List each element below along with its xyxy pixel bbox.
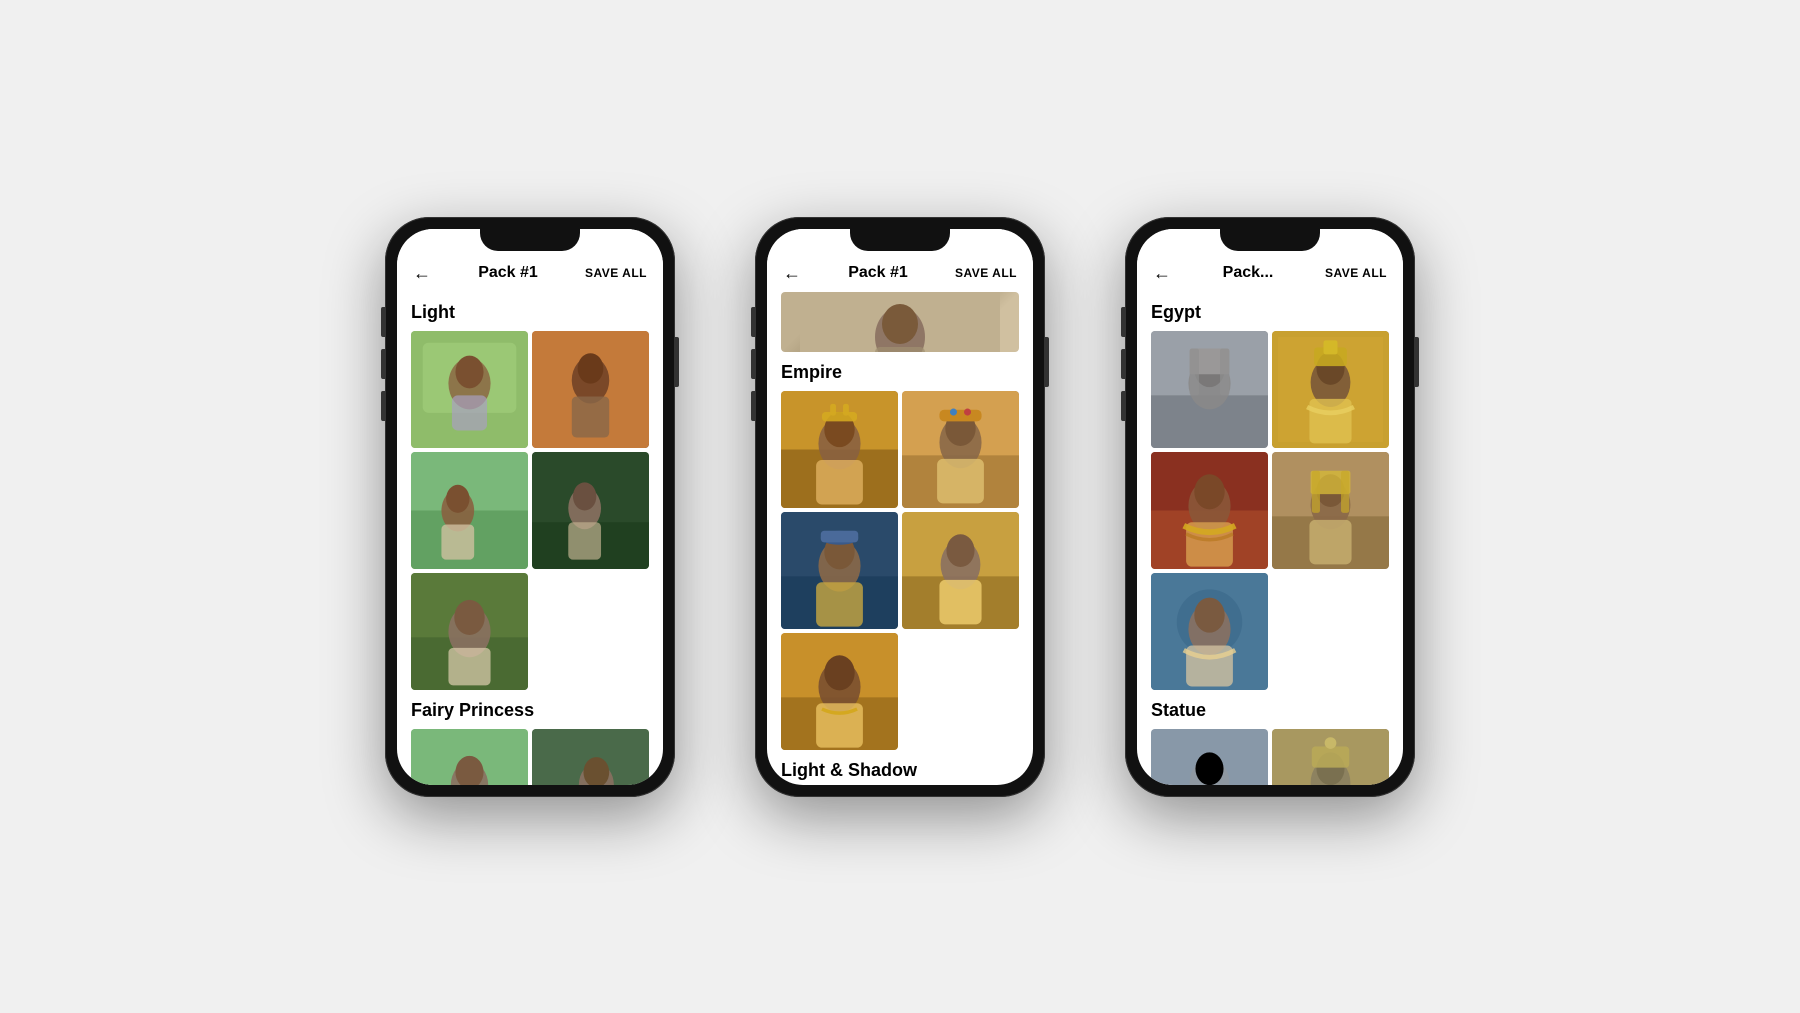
header-title-2: Pack #1 — [848, 264, 908, 282]
save-all-button-2[interactable]: SAVE ALL — [955, 266, 1017, 280]
image-cell[interactable] — [1151, 729, 1268, 785]
save-all-button-1[interactable]: SAVE ALL — [585, 266, 647, 280]
light-grid — [411, 331, 649, 569]
header-title-3: Pack... — [1223, 264, 1274, 282]
back-button-1[interactable]: ← — [413, 263, 431, 284]
empire-grid — [781, 391, 1019, 629]
image-cell[interactable] — [1151, 331, 1268, 448]
phone-3-screen: ← Pack... SAVE ALL Egypt — [1137, 229, 1403, 785]
phone-3-content: Egypt — [1137, 292, 1403, 785]
section-title-fairy: Fairy Princess — [411, 700, 649, 721]
egypt-grid — [1151, 331, 1389, 569]
notch-2 — [850, 229, 950, 251]
phone-3: ← Pack... SAVE ALL Egypt — [1125, 217, 1415, 797]
egypt-single — [1151, 573, 1389, 690]
image-cell[interactable] — [532, 331, 649, 448]
header-title-1: Pack #1 — [478, 264, 538, 282]
image-cell[interactable] — [781, 391, 898, 508]
phone-1: ← Pack #1 SAVE ALL Light — [385, 217, 675, 797]
phones-container: ← Pack #1 SAVE ALL Light — [0, 0, 1800, 1013]
notch-3 — [1220, 229, 1320, 251]
image-cell[interactable] — [411, 331, 528, 448]
image-cell[interactable] — [411, 452, 528, 569]
image-cell[interactable] — [1272, 729, 1389, 785]
image-cell[interactable] — [902, 512, 1019, 629]
phone-1-content: Light — [397, 292, 663, 785]
notch-1 — [480, 229, 580, 251]
section-title-statue: Statue — [1151, 700, 1389, 721]
image-cell[interactable] — [532, 452, 649, 569]
fairy-grid — [411, 729, 649, 785]
image-cell[interactable] — [411, 729, 528, 785]
section-title-empire: Empire — [781, 362, 1019, 383]
image-cell[interactable] — [532, 729, 649, 785]
image-cell[interactable] — [1272, 331, 1389, 448]
statue-grid — [1151, 729, 1389, 785]
image-cell[interactable] — [1272, 452, 1389, 569]
phone-2-screen: ← Pack #1 SAVE ALL — [767, 229, 1033, 785]
phone-1-screen: ← Pack #1 SAVE ALL Light — [397, 229, 663, 785]
image-cell[interactable] — [781, 633, 898, 750]
image-cell[interactable] — [781, 512, 898, 629]
empire-single — [781, 633, 1019, 750]
phone-2: ← Pack #1 SAVE ALL — [755, 217, 1045, 797]
section-title-light: Light — [411, 302, 649, 323]
phone-2-content: Empire — [767, 292, 1033, 785]
image-cell[interactable] — [1151, 452, 1268, 569]
light-grid-single — [411, 573, 649, 690]
back-button-2[interactable]: ← — [783, 263, 801, 284]
save-all-button-3[interactable]: SAVE ALL — [1325, 266, 1387, 280]
section-title-light-shadow: Light & Shadow — [781, 760, 1019, 781]
section-title-egypt: Egypt — [1151, 302, 1389, 323]
empire-top-image[interactable] — [781, 292, 1019, 352]
image-cell[interactable] — [1151, 573, 1268, 690]
image-cell[interactable] — [411, 573, 528, 690]
back-button-3[interactable]: ← — [1153, 263, 1171, 284]
image-cell[interactable] — [902, 391, 1019, 508]
